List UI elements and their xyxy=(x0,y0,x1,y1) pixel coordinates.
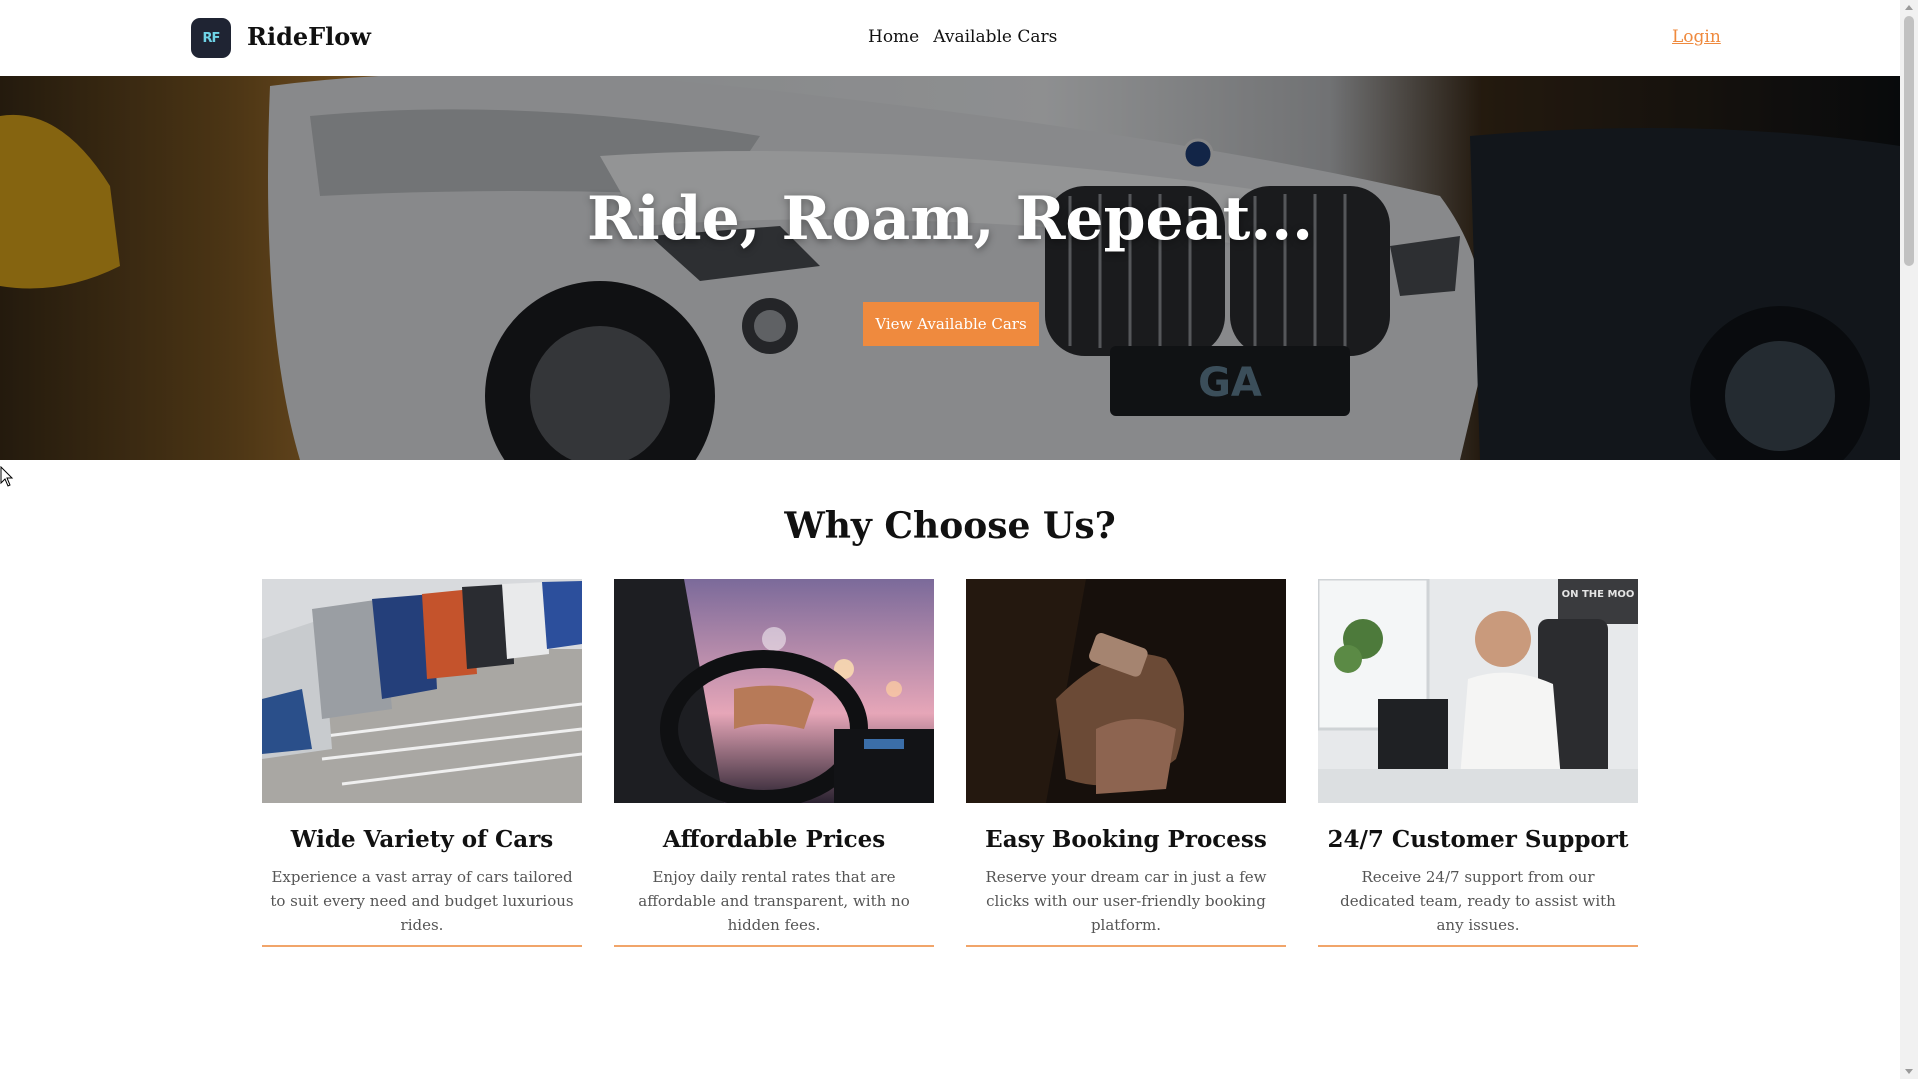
feature-title: Affordable Prices xyxy=(662,826,886,853)
section-title: Why Choose Us? xyxy=(784,505,1116,547)
scroll-thumb[interactable] xyxy=(1904,16,1914,266)
feature-card-variety: Wide Variety of Cars Experience a vast a… xyxy=(262,579,582,947)
scroll-down-arrow-icon[interactable] xyxy=(1905,1069,1913,1074)
feature-card-support: ON THE MOO 24/7 Customer Support Receive… xyxy=(1318,579,1638,947)
logo-mark: RF xyxy=(202,30,221,46)
support-agent-image: ON THE MOO xyxy=(1318,579,1638,803)
page: RF RideFlow Home Available Cars Login GA… xyxy=(0,0,1900,1079)
feature-card-prices: Affordable Prices Enjoy daily rental rat… xyxy=(614,579,934,947)
hero-overlay xyxy=(0,76,1900,460)
parked-cars-image xyxy=(262,579,582,803)
feature-card-booking: Easy Booking Process Reserve your dream … xyxy=(966,579,1286,947)
nav-available-cars-link[interactable]: Available Cars xyxy=(933,27,1057,47)
phone-booking-image xyxy=(966,579,1286,803)
hero-title: Ride, Roam, Repeat... xyxy=(586,184,1313,254)
card-divider xyxy=(1318,945,1638,947)
card-divider xyxy=(614,945,934,947)
mouse-cursor-icon xyxy=(0,466,14,487)
feature-title: Wide Variety of Cars xyxy=(290,826,554,853)
nav-links: Home Available Cars xyxy=(868,27,1057,47)
vertical-scrollbar[interactable] xyxy=(1900,0,1918,1079)
feature-description: Receive 24/7 support from our dedicated … xyxy=(1340,868,1616,934)
card-divider xyxy=(966,945,1286,947)
driving-image xyxy=(614,579,934,803)
brand-name[interactable]: RideFlow xyxy=(247,22,371,51)
feature-title: 24/7 Customer Support xyxy=(1327,826,1629,853)
svg-text:ON THE MOO: ON THE MOO xyxy=(1562,589,1635,600)
nav-home-link[interactable]: Home xyxy=(868,27,919,47)
feature-title: Easy Booking Process xyxy=(985,826,1267,853)
feature-description: Reserve your dream car in just a few cli… xyxy=(985,868,1267,934)
logo[interactable]: RF xyxy=(191,18,231,58)
feature-description: Experience a vast array of cars tailored… xyxy=(270,868,574,934)
navbar: RF RideFlow Home Available Cars Login xyxy=(0,0,1900,76)
feature-description: Enjoy daily rental rates that are afford… xyxy=(638,868,910,934)
scroll-up-arrow-icon[interactable] xyxy=(1905,5,1913,10)
login-link[interactable]: Login xyxy=(1672,27,1721,47)
hero-banner: GA Ride, Roam, Repeat... View Available … xyxy=(0,76,1900,460)
card-divider xyxy=(262,945,582,947)
view-available-cars-button[interactable]: View Available Cars xyxy=(863,302,1039,346)
